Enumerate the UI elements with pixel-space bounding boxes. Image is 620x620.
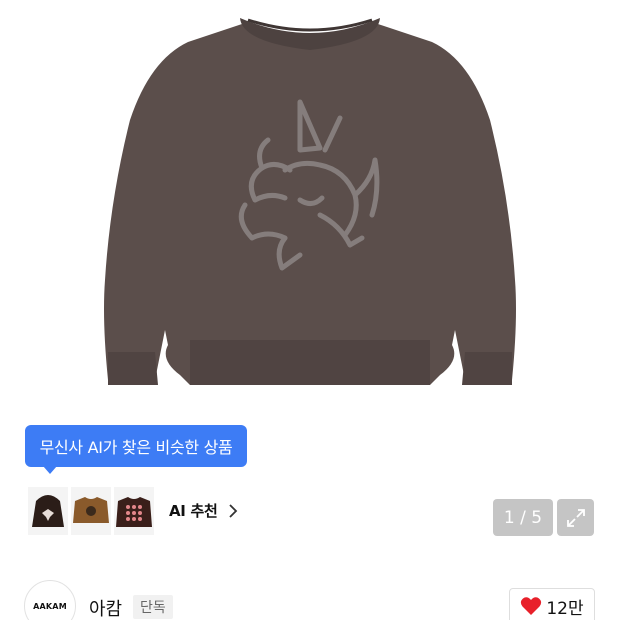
brand-logo-text: AAKAM [33, 601, 67, 611]
page-indicator: 1 / 5 [493, 499, 553, 536]
brand-name[interactable]: 아캄 [89, 595, 122, 620]
ai-thumb-brown-sweater[interactable] [71, 486, 111, 535]
ai-thumb-dot-sweater[interactable] [114, 486, 154, 535]
like-button[interactable]: 12만 [509, 588, 595, 620]
ai-recommend-strip[interactable]: AI 추천 [25, 483, 239, 538]
heart-icon [521, 597, 542, 615]
product-image [104, 18, 516, 385]
tooltip-tail [43, 466, 57, 474]
expand-icon [566, 508, 585, 527]
like-count: 12만 [546, 598, 584, 619]
brand-logo[interactable]: AAKAM [24, 580, 76, 620]
ai-recommend-label: AI 추천 [169, 502, 218, 520]
ai-thumb-hoodie[interactable] [28, 486, 68, 535]
product-gallery[interactable]: 무신사 AI가 찾은 비슷한 상품 AI 추천 1 / 5 [0, 0, 620, 562]
chevron-right-icon [228, 503, 237, 518]
exclusive-badge: 단독 [133, 595, 173, 619]
expand-button[interactable] [557, 499, 594, 536]
ai-tooltip-text: 무신사 AI가 찾은 비슷한 상품 [39, 438, 233, 457]
ai-recommend-tooltip[interactable]: 무신사 AI가 찾은 비슷한 상품 [25, 425, 247, 474]
